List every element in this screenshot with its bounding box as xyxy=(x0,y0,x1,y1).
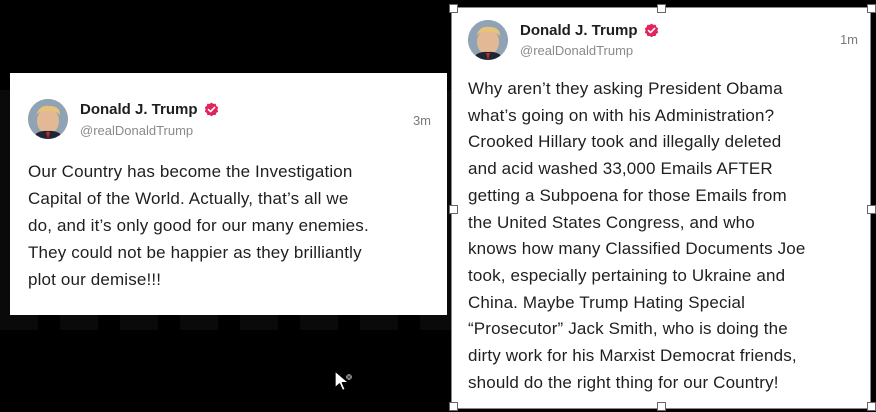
resize-handle-bottom-left[interactable] xyxy=(449,402,458,411)
post-text-line: getting a Subpoena for those Emails from xyxy=(468,185,787,205)
post-text-line: plot our demise!!! xyxy=(28,270,162,289)
author-handle[interactable]: @realDonaldTrump xyxy=(520,43,633,58)
post-card-right[interactable]: Donald J. Trump @realDonaldTrump 1m Why … xyxy=(451,7,871,409)
post-timestamp[interactable]: 3m xyxy=(413,113,431,128)
post-text-line: what’s going on with his Administration? xyxy=(468,105,775,125)
move-cursor-icon xyxy=(332,369,354,393)
post-card-left[interactable]: Donald J. Trump @realDonaldTrump 3m Our … xyxy=(10,73,447,315)
author-name[interactable]: Donald J. Trump xyxy=(520,22,638,39)
post-text-line: They could not be happier as they brilli… xyxy=(28,243,362,262)
post-text-line: Crooked Hillary took and illegally delet… xyxy=(468,132,782,152)
verified-badge-icon xyxy=(204,102,219,117)
author-row: Donald J. Trump xyxy=(520,22,659,39)
resize-handle-top-right[interactable] xyxy=(867,4,876,13)
post-text-line: China. Maybe Trump Hating Special xyxy=(468,292,746,312)
post-text-line: took, especially pertaining to Ukraine a… xyxy=(468,265,786,285)
author-name[interactable]: Donald J. Trump xyxy=(80,101,198,118)
post-text-line: should do the right thing for our Countr… xyxy=(468,372,779,392)
canvas: Donald J. Trump @realDonaldTrump 3m Our … xyxy=(0,0,876,412)
avatar[interactable] xyxy=(28,99,68,139)
author-row: Donald J. Trump xyxy=(80,101,219,118)
post-text-line: Why aren’t they asking President Obama xyxy=(468,79,783,98)
post-text-line: Our Country has become the Investigation xyxy=(28,162,353,181)
resize-handle-right[interactable] xyxy=(867,205,876,214)
author-handle[interactable]: @realDonaldTrump xyxy=(80,123,193,138)
post-text-line: Capital of the World. Actually, that’s a… xyxy=(28,189,349,208)
post-text-line: “Prosecutor” Jack Smith, who is doing th… xyxy=(468,319,788,339)
resize-handle-top[interactable] xyxy=(657,4,666,13)
post-timestamp[interactable]: 1m xyxy=(840,32,858,47)
resize-handle-left[interactable] xyxy=(449,205,458,214)
verified-badge-icon xyxy=(644,23,659,38)
post-text-line: dirty work for his Marxist Democrat frie… xyxy=(468,346,797,366)
post-text-line: and acid washed 33,000 Emails AFTER xyxy=(468,159,773,179)
resize-handle-top-left[interactable] xyxy=(449,4,458,13)
resize-handle-bottom-right[interactable] xyxy=(867,402,876,411)
post-text-line: the United States Congress, and who xyxy=(468,212,755,232)
post-text-line: do, and it’s only good for our many enem… xyxy=(28,216,369,235)
post-text-line: knows how many Classified Documents Joe xyxy=(468,239,806,259)
avatar[interactable] xyxy=(468,20,508,60)
resize-handle-bottom[interactable] xyxy=(657,402,666,411)
post-text: Our Country has become the Investigation… xyxy=(28,158,369,293)
post-text: Why aren’t they asking President Obama w… xyxy=(468,76,806,396)
